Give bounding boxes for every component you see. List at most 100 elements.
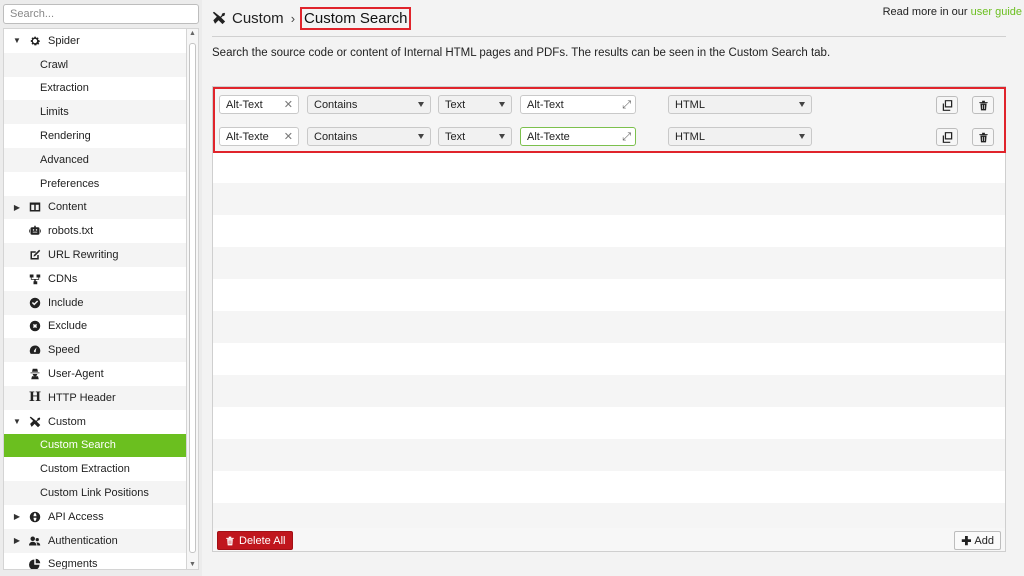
operator-value: Contains bbox=[314, 98, 358, 111]
sidebar-item-api-access[interactable]: ▶ API Access bbox=[4, 505, 186, 529]
scroll-down-icon[interactable]: ▼ bbox=[187, 561, 198, 568]
sidebar-item-limits[interactable]: Limits bbox=[4, 100, 186, 125]
sidebar-item-rendering[interactable]: Rendering bbox=[4, 124, 186, 148]
sidebar-item-spider[interactable]: ▼ Spider bbox=[4, 29, 186, 53]
scrollbar-thumb[interactable] bbox=[189, 43, 196, 553]
gear-icon bbox=[28, 34, 42, 48]
x-circle-icon bbox=[28, 319, 42, 333]
sidebar-item-exclude[interactable]: Exclude bbox=[4, 315, 186, 339]
sidebar-item-label: Include bbox=[48, 296, 84, 309]
clear-icon[interactable]: ✕ bbox=[284, 98, 293, 111]
search-value: Alt-Text bbox=[527, 98, 564, 111]
read-more-text: Read more in our bbox=[882, 6, 971, 18]
sidebar-item-custom-extraction[interactable]: Custom Extraction bbox=[4, 457, 186, 481]
mode-select[interactable]: Text bbox=[438, 95, 512, 114]
delete-row-button[interactable] bbox=[972, 128, 994, 146]
sidebar-item-label: Custom Link Positions bbox=[40, 487, 149, 500]
add-label: Add bbox=[974, 534, 994, 547]
network-icon bbox=[28, 272, 42, 286]
expand-icon[interactable]: ⤢ bbox=[622, 131, 631, 144]
operator-value: Contains bbox=[314, 130, 358, 143]
scroll-up-icon[interactable]: ▲ bbox=[187, 30, 198, 37]
operator-select[interactable]: Contains bbox=[307, 95, 431, 114]
table-row bbox=[213, 215, 1005, 247]
divider bbox=[212, 36, 1006, 37]
sidebar-item-label: Content bbox=[48, 201, 87, 214]
edit-icon bbox=[28, 248, 42, 262]
user-guide-link[interactable]: user guide bbox=[971, 6, 1022, 18]
expand-icon[interactable]: ⤢ bbox=[622, 99, 631, 112]
rule-name-field[interactable]: Alt-Texte ✕ bbox=[219, 127, 299, 146]
search-value-field[interactable]: Alt-Text ⤢ bbox=[520, 95, 636, 114]
tools-icon bbox=[28, 415, 42, 429]
table-row bbox=[213, 151, 1005, 183]
rule-name-field[interactable]: Alt-Text ✕ bbox=[219, 95, 299, 114]
delete-all-label: Delete All bbox=[239, 534, 286, 547]
breadcrumb-parent[interactable]: Custom bbox=[232, 10, 284, 27]
delete-all-button[interactable]: Delete All bbox=[217, 531, 294, 550]
duplicate-button[interactable] bbox=[936, 96, 958, 114]
page-description: Search the source code or content of Int… bbox=[212, 47, 831, 59]
sidebar-item-label: HTTP Header bbox=[48, 391, 116, 404]
add-button[interactable]: ✚ Add bbox=[954, 531, 1001, 550]
mode-select[interactable]: Text bbox=[438, 127, 512, 146]
sidebar-item-label: CDNs bbox=[48, 272, 78, 285]
delete-row-button[interactable] bbox=[972, 96, 994, 114]
header-icon: H bbox=[28, 390, 42, 406]
read-more: Read more in our user guide bbox=[883, 6, 1022, 18]
sidebar-item-robots[interactable]: robots.txt bbox=[4, 219, 186, 243]
sidebar-item-custom-link-positions[interactable]: Custom Link Positions bbox=[4, 481, 186, 505]
table-row bbox=[213, 503, 1005, 528]
sidebar: ▼ Spider Crawl Extraction Limits Renderi… bbox=[0, 0, 202, 576]
scope-select[interactable]: HTML bbox=[668, 95, 812, 114]
search-value: Alt-Texte bbox=[527, 130, 570, 143]
sidebar-item-crawl[interactable]: Crawl bbox=[4, 52, 186, 77]
user-secret-icon bbox=[28, 367, 42, 381]
table-row bbox=[213, 343, 1005, 375]
chevron-down-icon bbox=[499, 102, 505, 107]
clear-icon[interactable]: ✕ bbox=[284, 130, 293, 143]
sidebar-item-advanced[interactable]: Advanced bbox=[4, 147, 186, 172]
chevron-down-icon bbox=[418, 134, 424, 139]
sidebar-item-speed[interactable]: Speed bbox=[4, 338, 186, 363]
sidebar-scrollbar[interactable]: ▲ ▼ bbox=[187, 28, 199, 570]
chevron-right-icon[interactable]: ▶ bbox=[12, 536, 22, 545]
sidebar-item-user-agent[interactable]: User-Agent bbox=[4, 362, 186, 386]
sidebar-item-label: User-Agent bbox=[48, 368, 104, 381]
sidebar-item-extraction[interactable]: Extraction bbox=[4, 77, 186, 101]
search-rule-row: Alt-Text ✕ Contains Text Alt-Text ⤢ HTML bbox=[213, 88, 1005, 120]
sidebar-item-segments[interactable]: Segments bbox=[4, 553, 186, 569]
chevron-down-icon[interactable]: ▼ bbox=[12, 417, 22, 426]
table-row bbox=[213, 247, 1005, 279]
sidebar-item-label: Limits bbox=[40, 106, 69, 119]
chevron-down-icon[interactable]: ▼ bbox=[12, 36, 22, 45]
chevron-right-icon[interactable]: ▶ bbox=[12, 512, 22, 521]
sidebar-item-label: API Access bbox=[48, 510, 104, 523]
sidebar-item-http-header[interactable]: H HTTP Header bbox=[4, 385, 186, 410]
scope-select[interactable]: HTML bbox=[668, 127, 812, 146]
speedometer-icon bbox=[28, 343, 42, 357]
copy-icon bbox=[942, 131, 952, 143]
breadcrumb-separator: › bbox=[290, 10, 296, 26]
chevron-right-icon[interactable]: ▶ bbox=[12, 203, 22, 212]
sidebar-item-label: Exclude bbox=[48, 320, 88, 333]
sidebar-item-url-rewriting[interactable]: URL Rewriting bbox=[4, 243, 186, 267]
duplicate-button[interactable] bbox=[936, 128, 958, 146]
page-title: Custom Search bbox=[300, 6, 412, 30]
sidebar-item-include[interactable]: Include bbox=[4, 290, 186, 315]
sidebar-item-cdns[interactable]: CDNs bbox=[4, 267, 186, 291]
trash-icon bbox=[226, 536, 234, 545]
sidebar-item-authentication[interactable]: ▶ Authentication bbox=[4, 528, 186, 553]
sidebar-item-preferences[interactable]: Preferences bbox=[4, 172, 186, 196]
sidebar-item-label: Custom Search bbox=[40, 439, 116, 452]
search-input[interactable] bbox=[3, 4, 199, 24]
search-value-field[interactable]: Alt-Texte ⤢ bbox=[520, 127, 636, 146]
operator-select[interactable]: Contains bbox=[307, 127, 431, 146]
sidebar-item-custom[interactable]: ▼ Custom bbox=[4, 410, 186, 434]
sidebar-item-label: Custom Extraction bbox=[40, 463, 130, 476]
table-row bbox=[213, 407, 1005, 439]
sidebar-item-content[interactable]: ▶ Content bbox=[4, 195, 186, 220]
sidebar-item-custom-search[interactable]: Custom Search bbox=[4, 433, 186, 458]
plus-icon: ✚ bbox=[961, 533, 972, 548]
table-row bbox=[213, 375, 1005, 407]
